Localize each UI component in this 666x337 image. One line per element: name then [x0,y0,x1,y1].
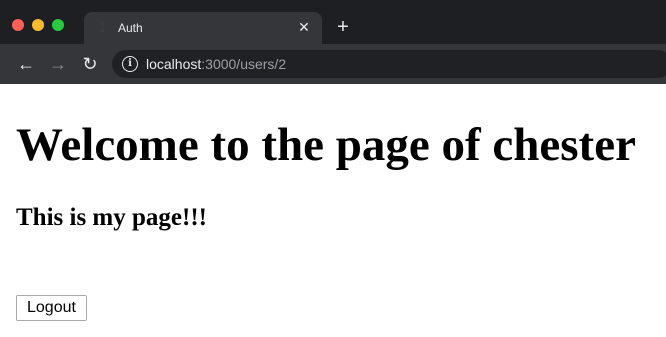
minimize-window-button[interactable] [32,19,44,31]
close-window-button[interactable] [12,19,24,31]
logout-button[interactable]: Logout [16,295,87,321]
browser-toolbar: ← → ↻ i localhost:3000/users/2 [0,44,666,84]
browser-window-chrome: 1 Auth ✕ + ← → ↻ i localhost:3000/users/… [0,0,666,84]
address-url: localhost:3000/users/2 [146,56,286,72]
new-tab-button[interactable]: + [334,17,352,37]
window-controls [12,19,64,31]
reload-icon[interactable]: ↻ [79,53,101,75]
url-path: :3000/users/2 [201,56,287,72]
address-bar[interactable]: i localhost:3000/users/2 [112,50,666,78]
page-content: Welcome to the page of chester This is m… [0,84,666,337]
page-title: Welcome to the page of chester [16,119,636,171]
maximize-window-button[interactable] [52,19,64,31]
url-host: localhost [146,56,202,72]
page-subtitle: This is my page!!! [16,204,207,231]
back-arrow-icon[interactable]: ← [15,53,37,75]
tab-auth[interactable]: 1 Auth ✕ [84,12,322,44]
site-info-icon[interactable]: i [122,56,138,72]
close-tab-icon[interactable]: ✕ [296,19,312,35]
tab-title: Auth [118,21,143,35]
tab-favicon-icon: 1 [98,20,107,36]
forward-arrow-icon[interactable]: → [47,53,69,75]
tab-strip: 1 Auth ✕ + [0,0,666,44]
